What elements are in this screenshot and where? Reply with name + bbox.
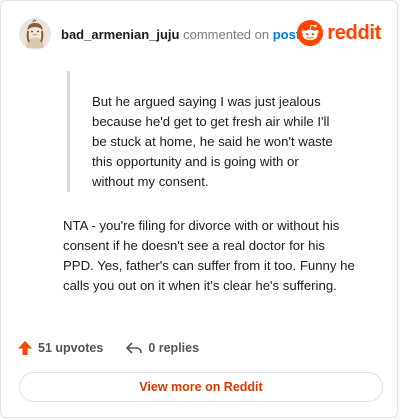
reply-arrow-icon (126, 342, 143, 354)
quote-line: without my consent. (92, 174, 209, 189)
reddit-snoo-icon (297, 20, 324, 46)
upvote-button[interactable]: 51 upvotes (17, 340, 103, 356)
quote-line: But he argued saying I was just jealous (92, 94, 321, 109)
comment-body: NTA - you're filing for divorce with or … (63, 216, 375, 296)
view-more-button[interactable]: View more on Reddit (19, 372, 383, 402)
quoted-text: But he argued saying I was just jealous … (67, 71, 367, 192)
comment-card: bad_armenian_juju commented on post redd… (0, 0, 398, 418)
quote-line: this opportunity and is going with or (92, 154, 299, 169)
reply-button[interactable]: 0 replies (125, 340, 199, 356)
user-avatar[interactable] (19, 18, 51, 50)
quote-line: be stuck at home, he said he won't waste (92, 134, 333, 149)
reddit-wordmark: reddit (327, 21, 381, 44)
reddit-brand[interactable]: reddit (297, 20, 381, 46)
username-link[interactable]: bad_armenian_juju (61, 27, 179, 42)
avatar-icon (19, 18, 51, 50)
upvote-arrow-icon (18, 341, 32, 355)
comment-meta: bad_armenian_juju commented on post (61, 27, 300, 42)
quote-line: because he'd get to get fresh air while … (92, 114, 330, 129)
reply-count: 0 replies (148, 341, 200, 355)
comment-header: bad_armenian_juju commented on post redd… (19, 17, 381, 51)
action-text: commented on (183, 26, 270, 42)
upvote-count: 51 upvotes (38, 341, 104, 355)
body-line: calls you out on it when it's clear he's… (63, 278, 337, 293)
body-line: NTA - you're filing for divorce with or … (63, 218, 340, 233)
body-line: PPD. Yes, father's can suffer from it to… (63, 258, 355, 273)
body-line: consent if he doesn't see a real doctor … (63, 238, 326, 253)
post-link[interactable]: post (273, 27, 300, 42)
comment-actions: 51 upvotes 0 replies (17, 337, 199, 359)
